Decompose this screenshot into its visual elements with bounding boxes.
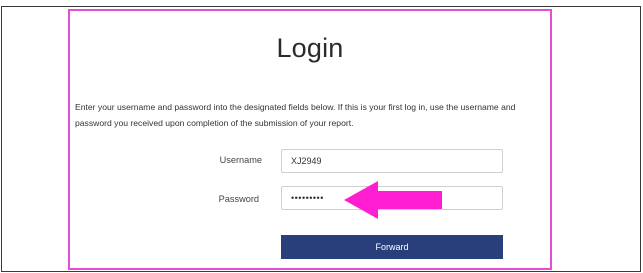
page-title: Login [276, 33, 344, 63]
password-label: Password [218, 194, 259, 204]
annotation-arrow [344, 181, 442, 219]
username-field[interactable] [281, 149, 503, 173]
screenshot: Login Enter your username and password i… [0, 0, 643, 273]
login-panel: Login Enter your username and password i… [68, 9, 552, 270]
arrow-left-icon [344, 181, 442, 219]
forward-button[interactable]: Forward [281, 235, 503, 259]
username-label: Username [219, 155, 262, 165]
login-instructions: Enter your username and password into th… [75, 102, 516, 128]
